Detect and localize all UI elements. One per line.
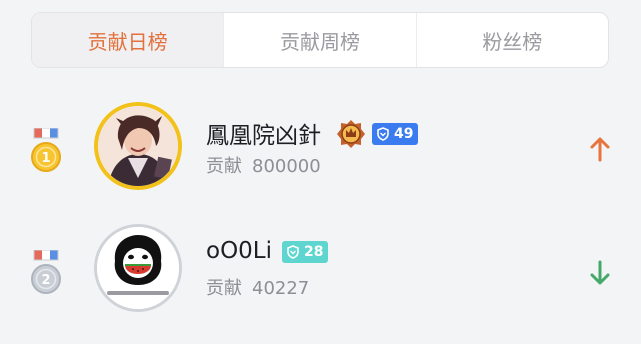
avatar[interactable] xyxy=(94,102,182,190)
trend-down-icon xyxy=(590,260,610,285)
contribution-value: 800000 xyxy=(252,156,321,177)
rank-number: 2 xyxy=(41,273,50,288)
crown-crest-icon xyxy=(337,120,365,148)
silver-medal-icon: 2 xyxy=(31,250,61,294)
level-number: 28 xyxy=(304,244,324,260)
ranking-tabs: 贡献日榜 贡献周榜 粉丝榜 xyxy=(31,12,609,68)
badge-group: 49 xyxy=(336,119,419,149)
gold-medal-icon: 1 xyxy=(31,128,61,172)
rank-number: 1 xyxy=(41,151,50,166)
tab-weekly-contribution[interactable]: 贡献周榜 xyxy=(223,13,415,67)
tab-fans[interactable]: 粉丝榜 xyxy=(415,13,608,67)
shield-icon xyxy=(377,127,389,141)
user-name[interactable]: 鳳凰院凶針 xyxy=(206,116,321,150)
ranking-row[interactable]: 1 鳳凰院凶針 49 贡献 800000 xyxy=(0,100,641,196)
contribution-info: 贡献 800000 xyxy=(206,152,321,178)
shield-icon xyxy=(287,245,299,259)
user-name[interactable]: oO0Li xyxy=(206,238,272,264)
avatar[interactable] xyxy=(94,224,182,312)
badge-group: 28 xyxy=(282,241,329,263)
level-badge: 28 xyxy=(282,241,329,263)
trend-up-icon xyxy=(590,137,610,162)
level-badge: 49 xyxy=(372,123,419,145)
contribution-label: 贡献 xyxy=(206,278,242,299)
contribution-value: 40227 xyxy=(252,278,310,299)
tab-daily-contribution[interactable]: 贡献日榜 xyxy=(32,13,224,67)
level-number: 49 xyxy=(394,126,414,142)
ranking-row[interactable]: 2 oO0Li 28 贡献 40227 xyxy=(0,222,641,318)
contribution-info: 贡献 40227 xyxy=(206,274,309,300)
contribution-label: 贡献 xyxy=(206,156,242,177)
